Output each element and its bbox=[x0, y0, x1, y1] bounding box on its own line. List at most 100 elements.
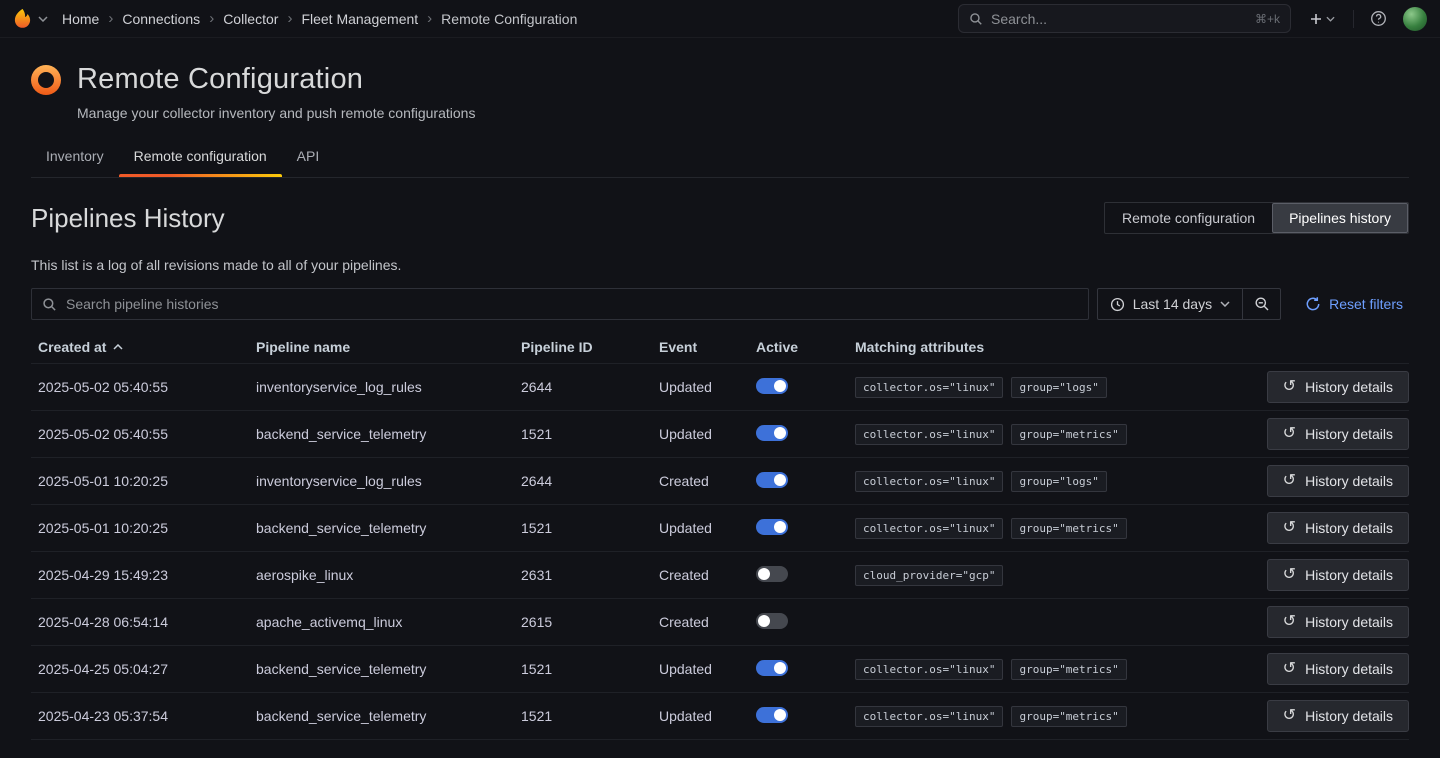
page-tabs: Inventory Remote configuration API bbox=[31, 137, 1409, 178]
row-matching-attributes: cloud_provider="gcp" bbox=[855, 565, 1253, 586]
time-range-picker[interactable]: Last 14 days bbox=[1097, 288, 1243, 320]
row-pipeline-id: 1521 bbox=[521, 520, 659, 536]
search-icon bbox=[42, 297, 57, 312]
history-details-button[interactable]: ↺ History details bbox=[1267, 606, 1409, 638]
tab-api[interactable]: API bbox=[282, 137, 335, 177]
row-created-at: 2025-04-25 05:04:27 bbox=[38, 661, 256, 677]
top-nav: Home › Connections › Collector › Fleet M… bbox=[0, 0, 1440, 38]
global-search-box[interactable]: ⌘+k bbox=[958, 4, 1291, 33]
history-icon: ↺ bbox=[1283, 708, 1296, 724]
column-header-created-at[interactable]: Created at bbox=[38, 339, 256, 355]
chevron-down-icon bbox=[1326, 16, 1335, 22]
row-pipeline-name: inventoryservice_log_rules bbox=[256, 379, 521, 395]
column-label: Created at bbox=[38, 339, 106, 355]
history-details-button[interactable]: ↺ History details bbox=[1267, 653, 1409, 685]
reset-filters-button[interactable]: Reset filters bbox=[1305, 296, 1403, 312]
history-details-button[interactable]: ↺ History details bbox=[1267, 371, 1409, 403]
pipeline-search-box[interactable] bbox=[31, 288, 1089, 320]
attribute-badge: collector.os="linux" bbox=[855, 706, 1003, 727]
row-pipeline-id: 2644 bbox=[521, 473, 659, 489]
row-event: Updated bbox=[659, 708, 756, 724]
row-matching-attributes: collector.os="linux"group="logs" bbox=[855, 377, 1253, 398]
history-details-button[interactable]: ↺ History details bbox=[1267, 512, 1409, 544]
page-header: Remote Configuration Manage your collect… bbox=[0, 38, 1440, 121]
row-created-at: 2025-05-02 05:40:55 bbox=[38, 426, 256, 442]
row-matching-attributes: collector.os="linux" group="logs" bbox=[855, 471, 1253, 492]
section-header: Pipelines History Remote configuration P… bbox=[31, 202, 1409, 234]
history-details-button[interactable]: ↺ History details bbox=[1267, 700, 1409, 732]
active-toggle[interactable] bbox=[756, 660, 788, 676]
active-toggle[interactable] bbox=[756, 378, 788, 394]
history-details-button[interactable]: ↺ History details bbox=[1267, 418, 1409, 450]
row-matching-attributes: collector.os="linux"group="metrics" bbox=[855, 424, 1253, 445]
column-header-pipeline-id: Pipeline ID bbox=[521, 339, 659, 355]
history-icon: ↺ bbox=[1283, 426, 1296, 442]
plus-icon bbox=[1309, 12, 1323, 26]
row-pipeline-name: inventoryservice_log_rules bbox=[256, 473, 521, 489]
section-title: Pipelines History bbox=[31, 203, 225, 234]
search-shortcut-hint: ⌘+k bbox=[1255, 12, 1280, 26]
zoom-out-icon bbox=[1254, 296, 1270, 312]
history-details-button[interactable]: ↺ History details bbox=[1267, 465, 1409, 497]
view-remote-configuration-button[interactable]: Remote configuration bbox=[1105, 203, 1272, 233]
add-new-button[interactable] bbox=[1305, 10, 1339, 28]
history-icon: ↺ bbox=[1283, 567, 1296, 583]
time-range-label: Last 14 days bbox=[1133, 296, 1212, 312]
row-event: Updated bbox=[659, 426, 756, 442]
history-details-label: History details bbox=[1305, 520, 1393, 536]
row-created-at: 2025-04-28 06:54:14 bbox=[38, 614, 256, 630]
active-toggle[interactable] bbox=[756, 425, 788, 441]
tab-inventory[interactable]: Inventory bbox=[31, 137, 119, 177]
breadcrumb-fleet-management[interactable]: Fleet Management bbox=[301, 11, 418, 27]
row-matching-attributes: collector.os="linux" group="metrics" bbox=[855, 659, 1253, 680]
column-header-pipeline-name: Pipeline name bbox=[256, 339, 521, 355]
attribute-badge: collector.os="linux" bbox=[855, 471, 1003, 492]
attribute-badge: group="metrics" bbox=[1011, 659, 1126, 680]
history-icon: ↺ bbox=[1283, 473, 1296, 489]
help-button[interactable] bbox=[1368, 8, 1389, 29]
view-pipelines-history-button[interactable]: Pipelines history bbox=[1272, 203, 1408, 233]
pipeline-search-input[interactable] bbox=[66, 296, 1078, 312]
row-pipeline-id: 1521 bbox=[521, 426, 659, 442]
history-icon: ↺ bbox=[1283, 520, 1296, 536]
grafana-logo-menu[interactable] bbox=[8, 8, 56, 30]
attribute-badge: group="logs" bbox=[1011, 471, 1106, 492]
reset-filters-label: Reset filters bbox=[1329, 296, 1403, 312]
chevron-right-icon: › bbox=[287, 11, 292, 26]
history-details-button[interactable]: ↺ History details bbox=[1267, 559, 1409, 591]
breadcrumb-collector[interactable]: Collector bbox=[223, 11, 278, 27]
chevron-right-icon: › bbox=[209, 11, 214, 26]
row-pipeline-id: 2644 bbox=[521, 379, 659, 395]
row-event: Updated bbox=[659, 661, 756, 677]
active-toggle[interactable] bbox=[756, 707, 788, 723]
row-event: Updated bbox=[659, 379, 756, 395]
history-details-label: History details bbox=[1305, 473, 1393, 489]
active-toggle[interactable] bbox=[756, 613, 788, 629]
table-row: 2025-04-29 15:49:23 aerospike_linux 2631… bbox=[31, 552, 1409, 599]
chevron-right-icon: › bbox=[108, 11, 113, 26]
breadcrumb-connections[interactable]: Connections bbox=[122, 11, 200, 27]
view-toggle-group: Remote configuration Pipelines history bbox=[1104, 202, 1409, 234]
row-event: Created bbox=[659, 567, 756, 583]
active-toggle[interactable] bbox=[756, 566, 788, 582]
row-created-at: 2025-04-23 05:37:54 bbox=[38, 708, 256, 724]
history-details-label: History details bbox=[1305, 708, 1393, 724]
active-toggle[interactable] bbox=[756, 519, 788, 535]
attribute-badge: collector.os="linux" bbox=[855, 659, 1003, 680]
row-created-at: 2025-05-01 10:20:25 bbox=[38, 473, 256, 489]
row-pipeline-name: backend_service_telemetry bbox=[256, 661, 521, 677]
row-created-at: 2025-05-01 10:20:25 bbox=[38, 520, 256, 536]
chevron-right-icon: › bbox=[427, 11, 432, 26]
history-icon: ↺ bbox=[1283, 614, 1296, 630]
global-search-input[interactable] bbox=[991, 11, 1247, 27]
breadcrumb-home[interactable]: Home bbox=[62, 11, 99, 27]
zoom-out-time-button[interactable] bbox=[1243, 288, 1281, 320]
filter-bar: Last 14 days Reset filters bbox=[31, 288, 1409, 320]
row-event: Created bbox=[659, 614, 756, 630]
sort-ascending-icon bbox=[113, 344, 123, 350]
user-avatar[interactable] bbox=[1403, 7, 1427, 31]
active-toggle[interactable] bbox=[756, 472, 788, 488]
row-pipeline-id: 2631 bbox=[521, 567, 659, 583]
tab-remote-configuration[interactable]: Remote configuration bbox=[119, 137, 282, 177]
table-row: 2025-04-23 05:37:54 backend_service_tele… bbox=[31, 693, 1409, 740]
